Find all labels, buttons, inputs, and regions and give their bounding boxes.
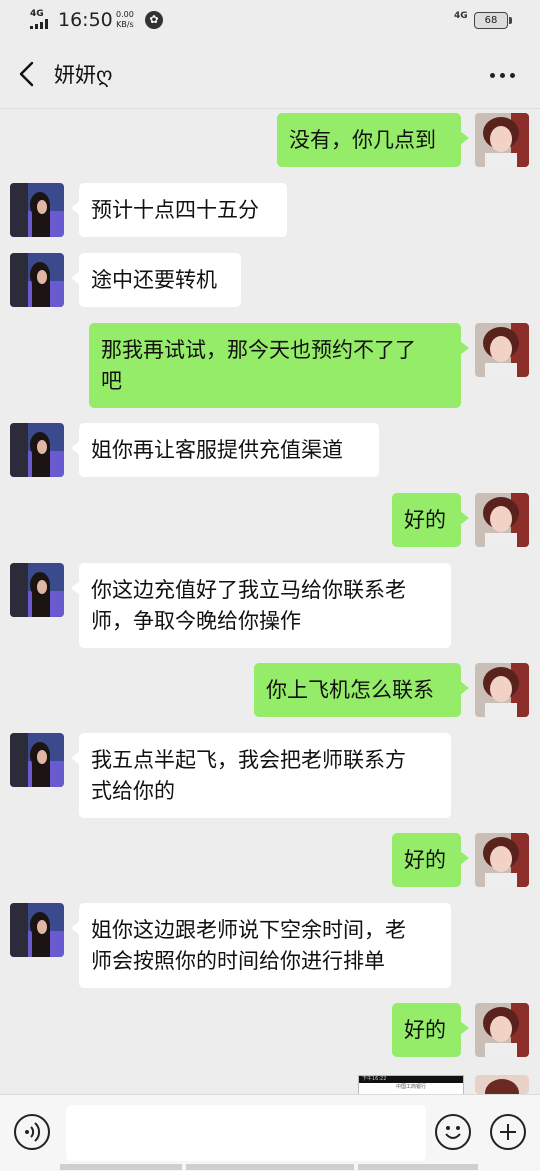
outgoing-message-bubble[interactable]: 好的 — [392, 833, 469, 887]
network-speed: 0.00 KB/s — [116, 10, 134, 30]
voice-icon — [25, 1122, 41, 1142]
message-text-line: 途中还要转机 — [91, 268, 217, 292]
my-avatar[interactable] — [475, 663, 529, 717]
message-text-line: 师会按照你的时间给你进行排单 — [91, 949, 385, 973]
message-text-line: 式给你的 — [91, 779, 175, 803]
message-text-line: 好的 — [404, 848, 446, 872]
thumbnail-status: 下午16:22 — [359, 1076, 463, 1083]
message-text-line: 那我再试试，那今天也预约不了了 — [101, 338, 416, 362]
message-text-line: 师，争取今晚给你操作 — [91, 609, 301, 633]
my-avatar[interactable] — [475, 1075, 529, 1094]
thumbnail-title: 中国工商银行 — [395, 1084, 426, 1090]
signal-icon — [30, 19, 52, 29]
message-text-line: 姐你这边跟老师说下空余时间，老 — [91, 918, 406, 942]
message-text-line: 好的 — [404, 508, 446, 532]
battery-tip — [509, 17, 512, 24]
message-text-line: 没有，你几点到 — [289, 128, 436, 152]
message-text-line: 好的 — [404, 1018, 446, 1042]
message-text-line: 我五点半起飞，我会把老师联系方 — [91, 748, 406, 772]
message-input[interactable] — [66, 1105, 426, 1161]
outgoing-message-bubble[interactable]: 好的 — [392, 1003, 469, 1057]
chevron-left-icon — [19, 61, 34, 87]
message-text-line: 你这边充值好了我立马给你联系老 — [91, 578, 406, 602]
incoming-message-bubble[interactable]: 途中还要转机 — [71, 253, 241, 307]
my-avatar[interactable] — [475, 323, 529, 377]
back-button[interactable] — [14, 58, 44, 90]
status-time: 16:50 — [58, 9, 113, 31]
emoji-icon — [445, 1126, 461, 1139]
chat-header: 妍妍ღ — [0, 40, 540, 109]
my-avatar[interactable] — [475, 493, 529, 547]
message-text-line: 姐你再让客服提供充值渠道 — [91, 438, 343, 462]
incoming-message-bubble[interactable]: 姐你这边跟老师说下空余时间，老 师会按照你的时间给你进行排单 — [71, 903, 451, 988]
incoming-message-bubble[interactable]: 姐你再让客服提供充值渠道 — [71, 423, 379, 477]
network-type-right: 4G — [454, 11, 468, 21]
incoming-message-bubble[interactable]: 预计十点四十五分 — [71, 183, 287, 237]
message-text-line: 吧 — [101, 369, 122, 393]
status-bar: 4G 16:50 0.00 KB/s ✿ 4G 68 — [0, 0, 540, 40]
app-notification-icon: ✿ — [145, 11, 163, 29]
contact-avatar[interactable] — [10, 903, 64, 957]
bottom-strip — [0, 1164, 540, 1170]
battery-icon: 68 — [474, 12, 508, 29]
incoming-message-bubble[interactable]: 我五点半起飞，我会把老师联系方 式给你的 — [71, 733, 451, 818]
message-text-line: 你上飞机怎么联系 — [266, 678, 434, 702]
contact-avatar[interactable] — [10, 563, 64, 617]
voice-button[interactable] — [14, 1114, 50, 1150]
contact-avatar[interactable] — [10, 423, 64, 477]
network-type-left: 4G — [30, 9, 44, 19]
my-avatar[interactable] — [475, 833, 529, 887]
more-button[interactable] — [482, 60, 522, 90]
contact-avatar[interactable] — [10, 733, 64, 787]
network-speed-value: 0.00 — [116, 10, 134, 19]
input-bar — [0, 1094, 540, 1171]
message-text-line: 预计十点四十五分 — [91, 198, 259, 222]
my-avatar[interactable] — [475, 1003, 529, 1057]
outgoing-message-bubble[interactable]: 那我再试试，那今天也预约不了了吧 — [89, 323, 469, 408]
contact-avatar[interactable] — [10, 183, 64, 237]
outgoing-message-bubble[interactable]: 你上飞机怎么联系 — [254, 663, 469, 717]
plus-button[interactable] — [490, 1114, 526, 1150]
my-avatar[interactable] — [475, 113, 529, 167]
contact-avatar[interactable] — [10, 253, 64, 307]
more-dots-icon — [490, 73, 495, 78]
outgoing-message-bubble[interactable]: 没有，你几点到 — [277, 113, 469, 167]
network-speed-unit: KB/s — [116, 20, 134, 29]
incoming-message-bubble[interactable]: 你这边充值好了我立马给你联系老 师，争取今晚给你操作 — [71, 563, 451, 648]
battery-level: 68 — [484, 15, 498, 26]
emoji-button[interactable] — [435, 1114, 471, 1150]
outgoing-message-bubble[interactable]: 好的 — [392, 493, 469, 547]
chat-title: 妍妍ღ — [54, 63, 113, 87]
